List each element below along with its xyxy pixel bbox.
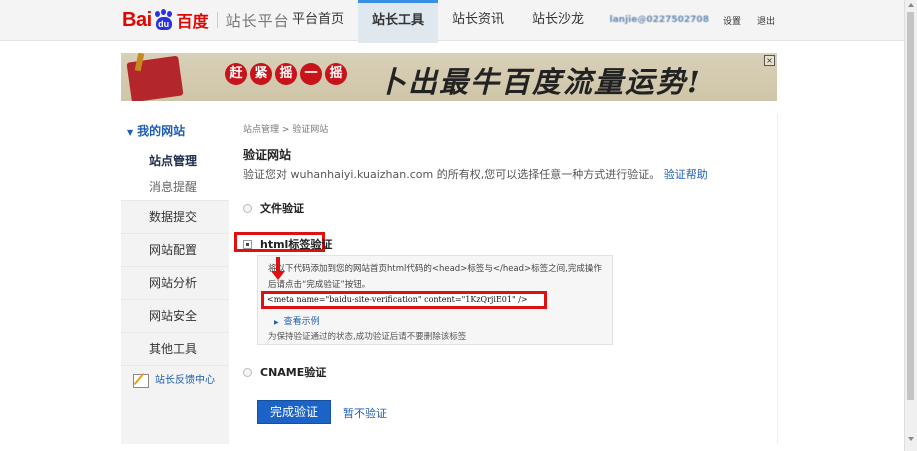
baidu-logo[interactable]: Bai du 百度 站长平台 bbox=[122, 8, 290, 32]
radio-file-verify[interactable]: 文件验证 bbox=[243, 200, 304, 216]
page-title: 验证网站 bbox=[243, 148, 292, 162]
meta-code-box[interactable]: <meta name="baidu-site-verification" con… bbox=[261, 291, 547, 309]
radio-button[interactable] bbox=[243, 367, 252, 377]
help-link[interactable]: 验证帮助 bbox=[664, 168, 708, 181]
sidebar-item-site-security[interactable]: 网站安全 bbox=[121, 300, 229, 333]
skip-verify-link[interactable]: 暂不验证 bbox=[343, 405, 387, 421]
page-description: 验证您对 wuhanhaiyi.kuaizhan.com 的所有权,您可以选择任… bbox=[243, 166, 708, 182]
instructions: 将以下代码添加到您的网站首页html代码的<head>标签与</head>标签之… bbox=[268, 264, 602, 290]
sidebar: ▼ 我的网站 站点管理 消息提醒 数据提交 网站配置 网站分析 网站安全 其他工具… bbox=[121, 114, 229, 444]
description-text: 验证您对 wuhanhaiyi.kuaizhan.com 的所有权,您可以选择任… bbox=[243, 168, 661, 181]
tab-news[interactable]: 站长资讯 bbox=[438, 0, 518, 40]
radio-html-verify[interactable]: html标签验证 bbox=[243, 236, 332, 252]
banner-char: 摇 bbox=[325, 63, 347, 85]
radio-label: html标签验证 bbox=[260, 238, 333, 251]
scroll-down-icon[interactable] bbox=[908, 437, 914, 441]
top-bar: Bai du 百度 站长平台 平台首页 站长工具 站长资讯 站长沙龙 lanji… bbox=[0, 0, 905, 43]
arrow-down-icon bbox=[271, 271, 285, 280]
complete-verify-button[interactable]: 完成验证 bbox=[257, 400, 331, 424]
sidebar-my-sites[interactable]: ▼ 我的网站 bbox=[121, 114, 229, 148]
red-envelope-icon bbox=[126, 55, 184, 101]
triangle-right-icon: ▶ bbox=[274, 319, 279, 326]
main-content: 站点管理 > 验证网站 验证网站 验证您对 wuhanhaiyi.kuaizha… bbox=[230, 114, 778, 444]
banner-char: 一 bbox=[300, 63, 322, 85]
logo-text: Bai bbox=[122, 8, 152, 31]
radio-button-checked[interactable] bbox=[243, 239, 252, 249]
radio-button[interactable] bbox=[243, 203, 252, 213]
view-example-link[interactable]: ▶ 查看示例 bbox=[274, 314, 320, 327]
user-area: lanjie@0227502708 设置 退出 bbox=[602, 0, 776, 40]
paw-icon: du bbox=[153, 9, 175, 31]
breadcrumb: 站点管理 > 验证网站 bbox=[243, 125, 329, 135]
scroll-up-icon[interactable] bbox=[908, 3, 914, 7]
caret-down-icon: ▼ bbox=[127, 128, 134, 137]
vertical-scrollbar[interactable] bbox=[904, 0, 917, 451]
feedback-icon bbox=[133, 374, 149, 388]
sidebar-item-messages[interactable]: 消息提醒 bbox=[121, 174, 229, 201]
sidebar-item-site-manage[interactable]: 站点管理 bbox=[121, 148, 229, 174]
logo-divider bbox=[216, 12, 218, 28]
sidebar-item-other-tools[interactable]: 其他工具 bbox=[121, 333, 229, 366]
main-nav: 平台首页 站长工具 站长资讯 站长沙龙 bbox=[278, 0, 598, 43]
banner-slogan: 卜出最牛百度流量运势! bbox=[377, 65, 702, 99]
sidebar-item-data-submit[interactable]: 数据提交 bbox=[121, 201, 229, 234]
username-link[interactable]: lanjie@0227502708 bbox=[610, 15, 709, 25]
banner-char: 紧 bbox=[250, 63, 272, 85]
sidebar-item-site-config[interactable]: 网站配置 bbox=[121, 234, 229, 267]
banner-char: 赶 bbox=[225, 63, 247, 85]
logo-cn: 百度 bbox=[176, 12, 209, 31]
banner-char: 摇 bbox=[275, 63, 297, 85]
sidebar-my-sites-label: 我的网站 bbox=[137, 124, 186, 138]
sidebar-item-site-analysis[interactable]: 网站分析 bbox=[121, 267, 229, 300]
tab-salon[interactable]: 站长沙龙 bbox=[518, 0, 598, 40]
sidebar-feedback[interactable]: 站长反馈中心 bbox=[121, 366, 229, 396]
view-example-label: 查看示例 bbox=[283, 317, 320, 327]
settings-link[interactable]: 设置 bbox=[723, 14, 741, 27]
radio-cname-verify[interactable]: CNAME验证 bbox=[243, 364, 326, 380]
logout-link[interactable]: 退出 bbox=[757, 14, 775, 27]
html-verify-panel: 将以下代码添加到您的网站首页html代码的<head>标签与</head>标签之… bbox=[257, 255, 613, 345]
tab-home[interactable]: 平台首页 bbox=[278, 0, 358, 40]
radio-label: CNAME验证 bbox=[260, 366, 327, 379]
tab-tools[interactable]: 站长工具 bbox=[358, 0, 439, 43]
banner-circles: 赶 紧 摇 一 摇 bbox=[225, 63, 350, 85]
radio-label: 文件验证 bbox=[260, 202, 304, 215]
scroll-thumb[interactable] bbox=[907, 12, 914, 400]
close-icon[interactable]: × bbox=[764, 55, 775, 66]
promo-banner[interactable]: 赶 紧 摇 一 摇 卜出最牛百度流量运势! × bbox=[121, 53, 777, 101]
keep-tag-note: 为保持验证通过的状态,成功验证后请不要删除该标签 bbox=[268, 332, 467, 342]
feedback-label: 站长反馈中心 bbox=[155, 375, 215, 386]
